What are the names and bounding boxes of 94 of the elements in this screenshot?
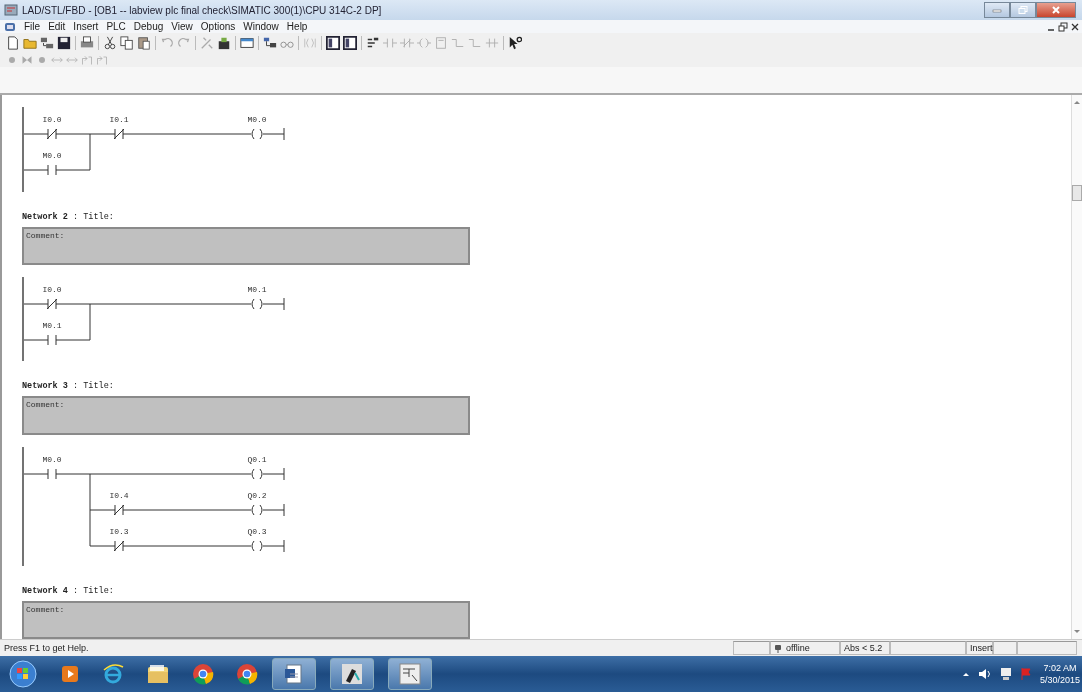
down-arrow-icon[interactable] [1073, 629, 1081, 635]
normally-closed-contact[interactable] [46, 128, 58, 140]
plug-icon [774, 643, 782, 653]
normally-closed-contact[interactable] [113, 540, 125, 552]
taskbar-button[interactable] [272, 658, 316, 690]
document-icon [4, 21, 16, 32]
app-icon [4, 4, 18, 16]
menu-item[interactable]: Window [243, 21, 279, 32]
network-title: Network 3 : Title: [22, 381, 114, 392]
pen-icon [341, 663, 363, 685]
normally-closed-contact[interactable] [113, 504, 125, 516]
scroll-thumb[interactable] [1072, 185, 1082, 201]
minimize-button[interactable] [984, 2, 1010, 18]
menu-item[interactable]: Insert [73, 21, 99, 32]
normally-open-contact[interactable] [47, 334, 57, 346]
start-button[interactable] [8, 659, 38, 689]
operand-label: M0.0 [247, 115, 267, 124]
copy-icon[interactable] [120, 35, 134, 50]
coil[interactable] [251, 298, 263, 310]
status-help-text: Press F1 to get Help. [3, 643, 90, 653]
printer-icon[interactable] [80, 35, 94, 50]
connection-status: offline [786, 643, 810, 653]
comment-field[interactable]: Comment: [22, 396, 470, 435]
coil[interactable] [251, 504, 263, 516]
operand-label: I0.0 [42, 115, 62, 124]
operand-label: I0.0 [42, 284, 62, 294]
rung-line [23, 169, 91, 171]
vertical-scrollbar[interactable] [1071, 95, 1082, 639]
rung-line [23, 339, 91, 341]
chrome-icon[interactable] [192, 663, 214, 685]
block-icon[interactable] [217, 35, 231, 50]
comment-field[interactable]: Comment: [22, 226, 470, 265]
coil[interactable] [251, 468, 263, 480]
list-icon[interactable] [366, 35, 380, 50]
operand-label: Q0.2 [247, 490, 267, 500]
operand-label: I0.4 [109, 490, 129, 500]
clock[interactable]: 7:02 AM 5/30/2015 [1039, 662, 1080, 686]
show-hidden-icons[interactable] [961, 670, 970, 678]
help-pointer-icon[interactable] [508, 35, 522, 50]
panel-icon[interactable] [343, 35, 357, 50]
coil[interactable] [251, 540, 263, 552]
address-mode: Abs < 5.2 [844, 643, 883, 653]
branch-line [89, 133, 91, 171]
menu-item[interactable]: Debug [133, 21, 164, 32]
taskbar-button[interactable] [330, 658, 374, 690]
normally-closed-contact[interactable] [113, 128, 125, 140]
clock-time: 7:02 AM [1043, 662, 1077, 674]
menu-item[interactable]: File [24, 21, 41, 32]
clipboard-icon[interactable] [137, 35, 151, 50]
operand-label: M0.1 [42, 320, 62, 330]
menu-item[interactable]: Edit [48, 21, 66, 32]
window-title: LAD/STL/FBD - [OB1 -- labview plc final check\SIMATIC 300(1)\CPU 314C-2 DP] [22, 4, 382, 16]
coil[interactable] [251, 128, 263, 140]
restore-icon [1018, 6, 1028, 14]
network-title: Network 2 : Title: [22, 211, 114, 222]
network-icon[interactable] [999, 667, 1012, 681]
clock-date: 5/30/2015 [1039, 674, 1080, 686]
operand-label: I0.1 [109, 115, 129, 124]
speaker-icon[interactable] [977, 668, 992, 680]
window-icon[interactable] [240, 35, 254, 50]
close-icon [1051, 6, 1061, 14]
minimize-icon [992, 7, 1002, 13]
operand-label: M0.0 [42, 151, 62, 160]
media-player-icon[interactable] [60, 664, 80, 684]
comment-field[interactable]: Comment: [22, 600, 470, 639]
restore-button[interactable] [1010, 2, 1036, 18]
normally-closed-contact[interactable] [46, 298, 58, 310]
operand-label: I0.3 [109, 526, 129, 536]
menu-item[interactable]: PLC [106, 21, 126, 32]
diagram-editor-icon [399, 663, 421, 685]
menu-item[interactable]: Help [286, 21, 308, 32]
operand-label: M0.0 [42, 454, 62, 464]
folder-icon[interactable] [146, 663, 170, 685]
document-icon [284, 663, 304, 685]
network-title: Network 4 : Title: [22, 585, 114, 596]
restore-icon[interactable] [1058, 21, 1068, 32]
menu-item[interactable]: View [171, 21, 193, 32]
close-icon[interactable] [1070, 21, 1080, 32]
edit-mode: Insert [970, 643, 993, 653]
status-cell [1017, 641, 1077, 655]
new-page-icon[interactable] [6, 35, 20, 50]
operand-label: M0.1 [247, 284, 267, 294]
close-button[interactable] [1036, 2, 1076, 18]
normally-open-contact[interactable] [47, 468, 57, 480]
branch-line [89, 303, 91, 341]
up-arrow-icon[interactable] [1073, 99, 1081, 105]
operand-label: Q0.3 [247, 526, 267, 536]
browser-icon[interactable] [102, 663, 124, 685]
normally-open-contact[interactable] [47, 164, 57, 176]
operand-label: Q0.1 [247, 454, 267, 464]
scissors-icon[interactable] [103, 35, 117, 50]
chrome-icon[interactable] [236, 663, 258, 685]
menu-item[interactable]: Options [200, 21, 236, 32]
panel-icon[interactable] [326, 35, 340, 50]
